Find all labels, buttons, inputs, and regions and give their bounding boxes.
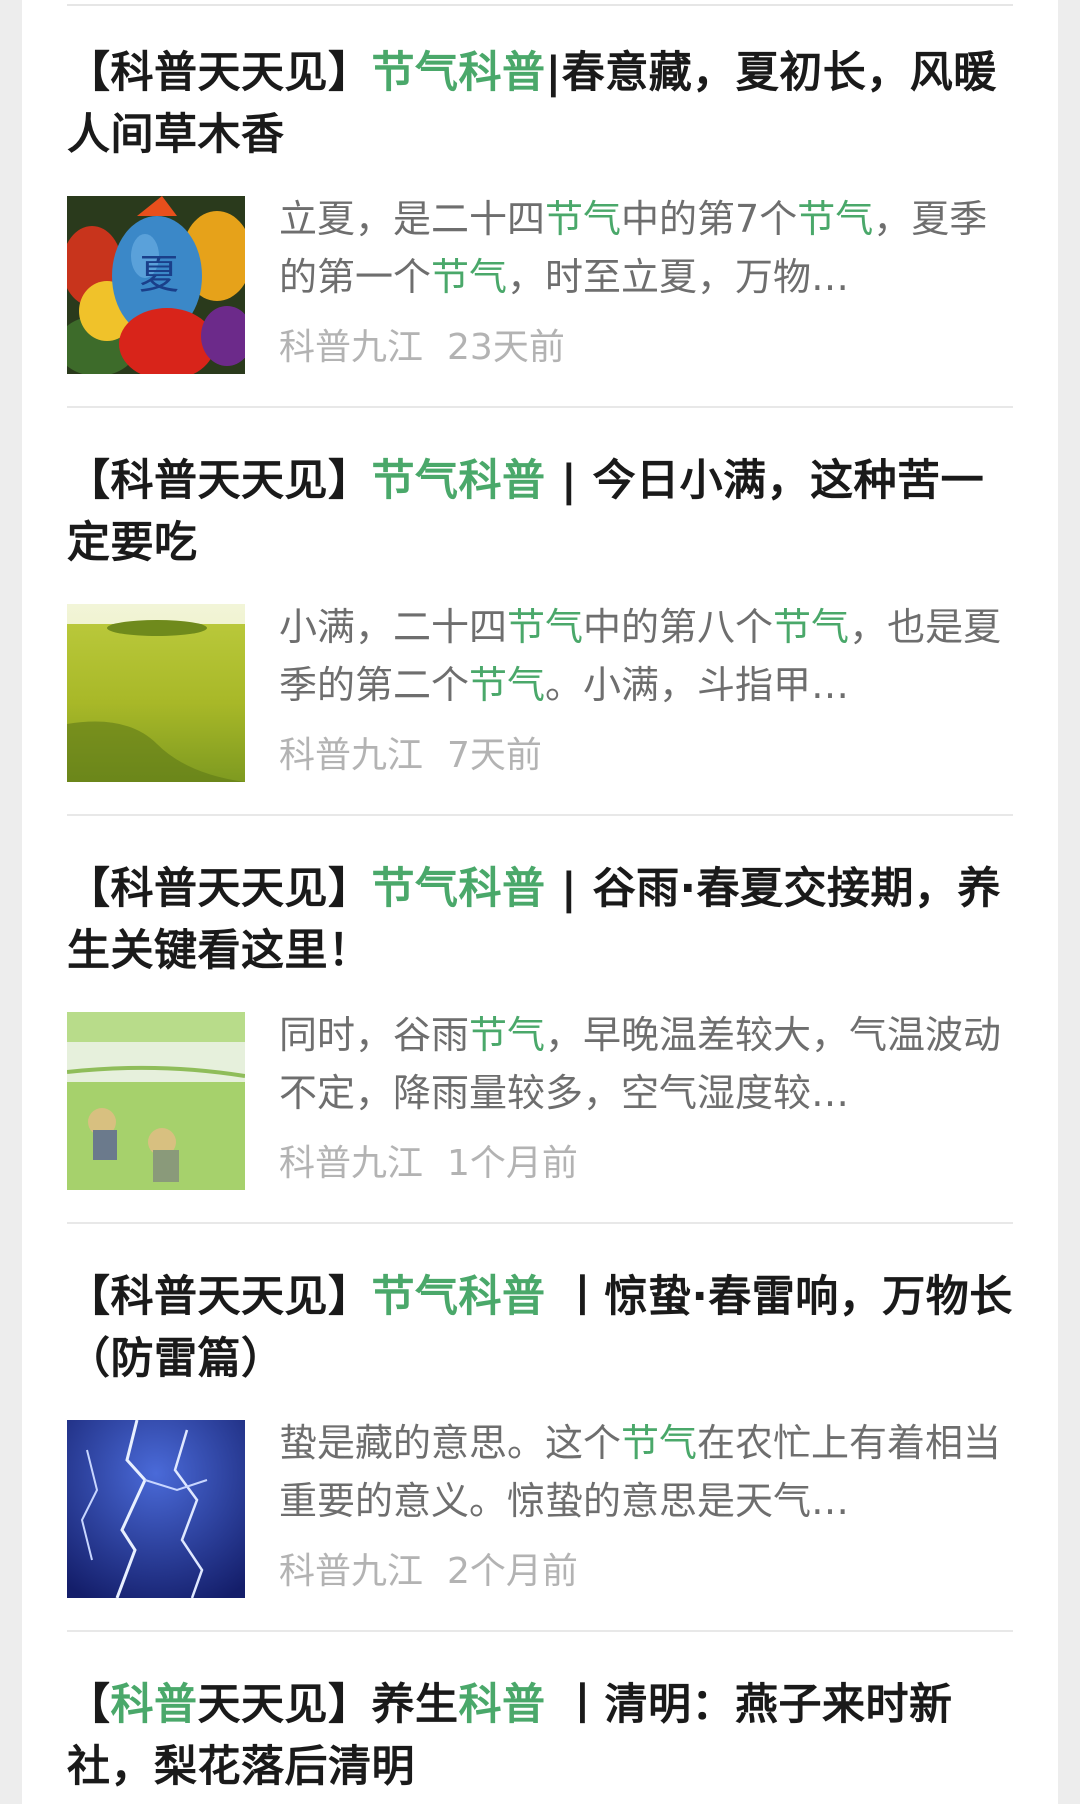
rice-planting-image: [67, 1012, 245, 1190]
text-segment: 中的第7个: [621, 197, 798, 241]
article-meta: 科普九江 23天前: [279, 320, 1013, 376]
article-meta: 科普九江 1个月前: [279, 1136, 1013, 1192]
article-title[interactable]: 【科普天天见】节气科普 丨惊蛰·春雷响，万物长（防雷篇）: [67, 1266, 1013, 1390]
text-segment: 【科普天天见】: [67, 1272, 372, 1322]
article-time: 2个月前: [447, 1551, 578, 1592]
article-time: 7天前: [447, 735, 542, 776]
text-segment: 【科普天天见】: [67, 864, 372, 914]
highlight-text: 节气: [773, 605, 850, 649]
article-meta: 科普九江 7天前: [279, 728, 1013, 784]
article-time: 23天前: [447, 327, 565, 368]
highlight-text: 科普: [458, 1680, 546, 1730]
article-time: 1个月前: [447, 1143, 578, 1184]
article-summary: 同时，谷雨节气，早晚温差较大，气温波动不定，降雨量较多，空气湿度较…: [279, 1006, 1013, 1122]
highlight-text: 节气: [507, 605, 584, 649]
highlight-text: 节气: [797, 197, 874, 241]
article-source: 科普九江: [279, 1143, 424, 1184]
highlight-text: 节气: [545, 197, 622, 241]
article-title[interactable]: 【科普天天见】养生科普 丨清明：燕子来时新社，梨花落后清明: [67, 1674, 1013, 1798]
article-summary: 立夏，是二十四节气中的第7个节气，夏季的第一个节气，时至立夏，万物…: [279, 190, 1013, 306]
text-segment: 【科普天天见】: [67, 456, 372, 506]
article-list-page: 【科普天天见】节气科普|春意藏，夏初长，风暖人间草木香 夏 立夏，是二十四节气中…: [22, 0, 1058, 1804]
article-source: 科普九江: [279, 735, 424, 776]
highlight-text: 节气科普: [371, 864, 546, 914]
svg-text:夏: 夏: [139, 252, 179, 298]
wheat-field-image: [67, 604, 245, 782]
text-segment: 【: [67, 1680, 111, 1730]
highlight-text: 节气: [621, 1421, 698, 1465]
article-title[interactable]: 【科普天天见】节气科普 | 谷雨·春夏交接期，养生关键看这里！: [67, 858, 1013, 982]
article-item[interactable]: 【科普天天见】节气科普 | 谷雨·春夏交接期，养生关键看这里！ 同时，谷雨节气，…: [67, 816, 1013, 1224]
text-segment: 。小满，斗指甲…: [545, 663, 850, 707]
text-segment: 立夏，是二十四: [279, 197, 546, 241]
article-title[interactable]: 【科普天天见】节气科普 | 今日小满，这种苦一定要吃: [67, 450, 1013, 574]
highlight-text: 节气科普: [371, 1272, 546, 1322]
article-item[interactable]: 【科普天天见】节气科普|春意藏，夏初长，风暖人间草木香 夏 立夏，是二十四节气中…: [67, 0, 1013, 408]
lightning-image: [67, 1420, 245, 1598]
article-source: 科普九江: [279, 327, 424, 368]
text-segment: 中的第八个: [583, 605, 774, 649]
article-summary: 小满，二十四节气中的第八个节气，也是夏季的第二个节气。小满，斗指甲…: [279, 598, 1013, 714]
article-item[interactable]: 【科普天天见】养生科普 丨清明：燕子来时新社，梨花落后清明: [67, 1632, 1013, 1804]
article-source: 科普九江: [279, 1551, 424, 1592]
article-summary: 蛰是藏的意思。这个节气在农忙上有着相当重要的意义。惊蛰的意思是天气…: [279, 1414, 1013, 1530]
article-item[interactable]: 【科普天天见】节气科普 | 今日小满，这种苦一定要吃 小满，二十四节气中的第八个…: [67, 408, 1013, 816]
article-title[interactable]: 【科普天天见】节气科普|春意藏，夏初长，风暖人间草木香: [67, 42, 1013, 166]
article-meta: 科普九江 2个月前: [279, 1544, 1013, 1600]
highlight-text: 节气: [469, 1013, 546, 1057]
text-segment: 同时，谷雨: [279, 1013, 470, 1057]
painted-eggs-image: 夏: [67, 196, 245, 374]
highlight-text: 节气科普: [371, 48, 546, 98]
highlight-text: 节气: [431, 255, 508, 299]
text-segment: 小满，二十四: [279, 605, 508, 649]
article-item[interactable]: 【科普天天见】节气科普 丨惊蛰·春雷响，万物长（防雷篇） 蛰是藏的意思。这个节气…: [67, 1224, 1013, 1632]
highlight-text: 科普: [110, 1680, 198, 1730]
highlight-text: 节气: [469, 663, 546, 707]
text-segment: ，时至立夏，万物…: [507, 255, 850, 299]
text-segment: 【科普天天见】: [67, 48, 372, 98]
text-segment: 蛰是藏的意思。这个: [279, 1421, 622, 1465]
highlight-text: 节气科普: [371, 456, 546, 506]
text-segment: 天天见】养生: [197, 1680, 459, 1730]
